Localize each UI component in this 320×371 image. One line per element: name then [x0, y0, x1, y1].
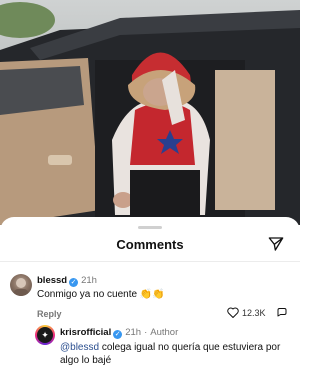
verified-badge-icon: ✓	[113, 330, 123, 339]
avatar[interactable]	[10, 274, 32, 296]
reply-username[interactable]: krisrofficial	[60, 327, 111, 338]
like-group[interactable]: 12.3K	[227, 307, 266, 318]
like-count: 12.3K	[242, 308, 266, 318]
comment-time: 21h	[81, 275, 97, 286]
clapping-hands-emoji: 👏👏	[139, 289, 165, 300]
avatar-image	[14, 278, 28, 296]
header-divider	[0, 261, 300, 262]
comment-body: Conmigo ya no cuente	[37, 289, 138, 300]
photo-illustration	[0, 2, 300, 225]
reply-icon[interactable]	[276, 307, 288, 319]
comment-text: Conmigo ya no cuente 👏👏	[37, 289, 165, 300]
author-avatar-icon: ✦	[37, 327, 53, 343]
sheet-title: Comments	[116, 237, 184, 252]
reply-header: krisrofficial ✓ 21h · Author	[60, 327, 178, 339]
reply-time: 21h	[125, 327, 142, 338]
comments-sheet: Comments blessd ✓ 21h Conmigo ya no cuente…	[0, 217, 300, 371]
mention-link[interactable]: @blessd	[60, 342, 99, 353]
reply-text: @blessd colega igual no quería que estuv…	[60, 341, 290, 367]
author-avatar[interactable]: ✦	[35, 325, 55, 345]
send-icon[interactable]	[268, 236, 284, 252]
comment-username[interactable]: blessd	[37, 275, 67, 286]
sheet-grabber[interactable]	[138, 226, 162, 229]
verified-badge-icon: ✓	[69, 278, 79, 287]
post-photo	[0, 0, 300, 225]
comment-header: blessd ✓ 21h	[37, 275, 97, 287]
heart-icon[interactable]	[227, 307, 239, 318]
author-label: Author	[150, 327, 179, 338]
reply-button[interactable]: Reply	[37, 309, 62, 319]
reply-meta-separator: ·	[144, 327, 148, 338]
